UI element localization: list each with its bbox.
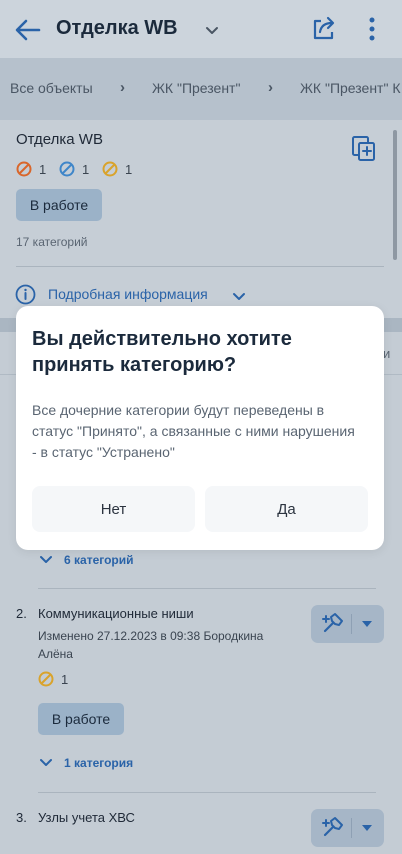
- page-title: Отделка WB: [56, 17, 178, 39]
- yes-button[interactable]: Да: [205, 486, 368, 532]
- separator: [351, 818, 352, 838]
- yellow-count-value: 1: [125, 161, 133, 177]
- confirm-dialog: Вы действительно хотите принять категори…: [16, 306, 384, 550]
- accept-category-icon[interactable]: [319, 611, 345, 637]
- accept-category-icon[interactable]: [319, 815, 345, 841]
- breadcrumb-item[interactable]: ЖК "Презент" К: [300, 80, 400, 96]
- no-button[interactable]: Нет: [32, 486, 195, 532]
- separator: [351, 614, 352, 634]
- blue-count: 1: [59, 160, 89, 178]
- blue-status-icon: [59, 161, 75, 177]
- dialog-title: Вы действительно хотите принять категори…: [32, 328, 292, 376]
- breadcrumb-item[interactable]: Все объекты: [10, 80, 93, 96]
- details-link[interactable]: Подробная информация: [48, 286, 208, 302]
- yellow-count: 1: [102, 160, 132, 178]
- scrollbar[interactable]: [393, 130, 397, 260]
- object-card: Отделка WB 1 1 1 В работе 17 категорий П…: [0, 120, 402, 318]
- expand-subcategories-button[interactable]: 1 категория: [40, 754, 133, 772]
- dialog-message: Все дочерние категории будут переведены …: [32, 402, 355, 460]
- info-icon[interactable]: [15, 284, 36, 305]
- obscured-text: и: [383, 346, 391, 361]
- divider: [38, 588, 376, 589]
- item-name[interactable]: Узлы учета ХВС: [38, 810, 135, 825]
- expand-subcategories-button[interactable]: 6 категорий: [40, 551, 134, 569]
- yellow-count-value: 1: [61, 671, 69, 687]
- add-category-icon[interactable]: [350, 134, 376, 162]
- yellow-count: 1: [38, 670, 68, 688]
- breadcrumb: Все объекты › ЖК "Презент" › ЖК "Презент…: [0, 58, 402, 120]
- blue-count-value: 1: [82, 161, 90, 177]
- breadcrumb-separator: ›: [268, 79, 273, 96]
- share-icon[interactable]: [310, 14, 338, 42]
- yellow-status-icon: [38, 671, 54, 687]
- divider: [16, 266, 384, 267]
- app-header: Отделка WB: [0, 0, 402, 58]
- item-number: 2.: [16, 606, 27, 621]
- expander-label: 6 категорий: [64, 553, 134, 567]
- more-vertical-icon[interactable]: [360, 16, 384, 42]
- chevron-down-icon[interactable]: [204, 22, 220, 38]
- chevron-down-icon: [40, 556, 52, 563]
- divider: [38, 792, 376, 793]
- caret-down-icon[interactable]: [361, 620, 373, 628]
- yellow-status-icon: [102, 161, 118, 177]
- expander-label: 1 категория: [64, 756, 134, 770]
- chevron-down-icon[interactable]: [232, 289, 246, 303]
- item-modified-info: Изменено 27.12.2023 в 09:38 Бородкина Ал…: [38, 629, 264, 661]
- red-count: 1: [16, 160, 46, 178]
- status-button[interactable]: В работе: [16, 189, 102, 221]
- category-count: 17 категорий: [16, 235, 88, 249]
- status-button[interactable]: В работе: [38, 703, 124, 735]
- caret-down-icon[interactable]: [361, 824, 373, 832]
- red-count-value: 1: [39, 161, 47, 177]
- accept-action-group: [311, 605, 384, 643]
- item-number: 3.: [16, 810, 27, 825]
- accept-action-group: [311, 809, 384, 847]
- item-name[interactable]: Коммуникационные ниши: [38, 606, 194, 621]
- breadcrumb-item[interactable]: ЖК "Презент": [152, 80, 240, 96]
- red-status-icon: [16, 161, 32, 177]
- breadcrumb-separator: ›: [120, 79, 125, 96]
- chevron-down-icon: [40, 759, 52, 766]
- back-arrow-icon[interactable]: [14, 16, 42, 44]
- object-title: Отделка WB: [16, 131, 103, 148]
